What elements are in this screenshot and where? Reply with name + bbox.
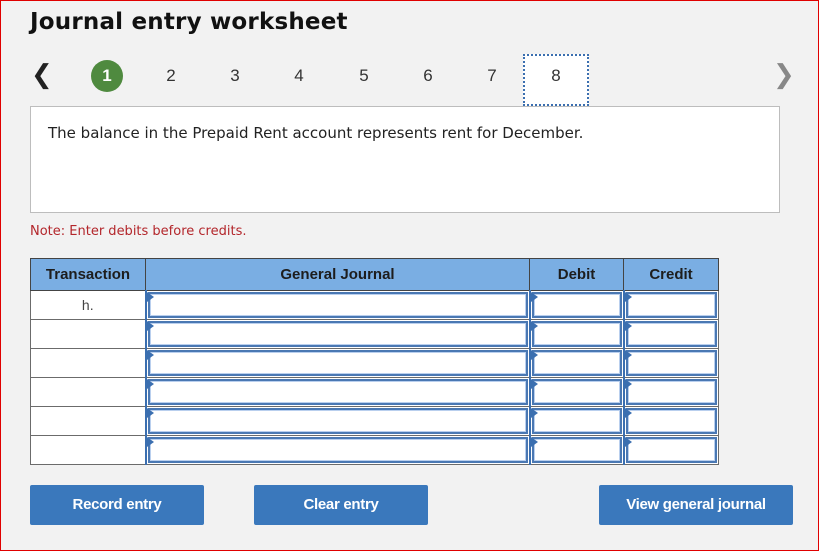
clear-entry-button[interactable]: Clear entry — [254, 485, 428, 525]
page-6[interactable]: 6 — [412, 60, 444, 92]
header-debit: Debit — [529, 258, 624, 291]
transaction-cell — [30, 435, 146, 465]
dropdown-flag-icon — [624, 408, 632, 418]
debit-cell — [528, 290, 624, 320]
account-input[interactable] — [147, 321, 528, 347]
credit-cell — [622, 348, 719, 378]
credit-cell — [622, 319, 719, 349]
dropdown-flag-icon — [530, 321, 538, 331]
credit-input[interactable] — [625, 321, 717, 347]
dropdown-flag-icon — [530, 437, 538, 447]
credit-input[interactable] — [625, 350, 717, 376]
page-7[interactable]: 7 — [476, 60, 508, 92]
debit-input[interactable] — [531, 321, 622, 347]
dropdown-flag-icon — [624, 292, 632, 302]
debit-cell — [528, 319, 624, 349]
debit-input[interactable] — [531, 408, 622, 434]
account-cell — [144, 348, 530, 378]
account-cell — [144, 319, 530, 349]
page-8[interactable]: 8 — [523, 54, 589, 106]
note-text: Note: Enter debits before credits. — [30, 224, 247, 239]
credit-cell — [622, 290, 719, 320]
page-2[interactable]: 2 — [155, 60, 187, 92]
transaction-cell — [30, 348, 146, 378]
record-entry-button[interactable]: Record entry — [30, 485, 204, 525]
dropdown-flag-icon — [146, 379, 154, 389]
account-cell — [144, 406, 530, 436]
credit-cell — [622, 377, 719, 407]
page-1[interactable]: 1 — [91, 60, 123, 92]
debit-cell — [528, 377, 624, 407]
description-text: The balance in the Prepaid Rent account … — [48, 124, 584, 142]
table-row — [30, 348, 719, 378]
account-cell — [144, 290, 530, 320]
account-input[interactable] — [147, 437, 528, 463]
debit-input[interactable] — [531, 350, 622, 376]
view-general-journal-button[interactable]: View general journal — [599, 485, 793, 525]
chevron-left-icon[interactable]: ❮ — [31, 62, 53, 88]
dropdown-flag-icon — [530, 379, 538, 389]
credit-input[interactable] — [625, 292, 717, 318]
account-input[interactable] — [147, 350, 528, 376]
dropdown-flag-icon — [146, 350, 154, 360]
dropdown-flag-icon — [530, 292, 538, 302]
header-general-journal: General Journal — [145, 258, 530, 291]
journal-table: Transaction General Journal Debit Credit… — [30, 258, 719, 465]
credit-cell — [622, 406, 719, 436]
transaction-cell: h. — [30, 290, 146, 320]
account-input[interactable] — [147, 292, 528, 318]
page-5[interactable]: 5 — [348, 60, 380, 92]
debit-cell — [528, 406, 624, 436]
table-row — [30, 319, 719, 349]
dropdown-flag-icon — [146, 292, 154, 302]
table-row — [30, 377, 719, 407]
debit-input[interactable] — [531, 437, 622, 463]
account-cell — [144, 377, 530, 407]
credit-cell — [622, 435, 719, 465]
debit-cell — [528, 435, 624, 465]
page-4[interactable]: 4 — [283, 60, 315, 92]
page-3[interactable]: 3 — [219, 60, 251, 92]
dropdown-flag-icon — [624, 437, 632, 447]
dropdown-flag-icon — [530, 408, 538, 418]
transaction-cell — [30, 319, 146, 349]
dropdown-flag-icon — [530, 350, 538, 360]
header-transaction: Transaction — [30, 258, 146, 291]
pagination: ❮ 1 2 3 4 5 6 7 8 ❯ — [0, 54, 819, 106]
table-header-row: Transaction General Journal Debit Credit — [30, 258, 719, 291]
credit-input[interactable] — [625, 437, 717, 463]
dropdown-flag-icon — [146, 321, 154, 331]
credit-input[interactable] — [625, 379, 717, 405]
dropdown-flag-icon — [146, 437, 154, 447]
table-row — [30, 406, 719, 436]
transaction-cell — [30, 406, 146, 436]
dropdown-flag-icon — [624, 321, 632, 331]
debit-input[interactable] — [531, 292, 622, 318]
debit-cell — [528, 348, 624, 378]
chevron-right-icon[interactable]: ❯ — [773, 62, 795, 88]
dropdown-flag-icon — [624, 350, 632, 360]
credit-input[interactable] — [625, 408, 717, 434]
account-input[interactable] — [147, 408, 528, 434]
dropdown-flag-icon — [146, 408, 154, 418]
transaction-description: The balance in the Prepaid Rent account … — [30, 106, 780, 213]
account-input[interactable] — [147, 379, 528, 405]
table-row: h. — [30, 290, 719, 320]
debit-input[interactable] — [531, 379, 622, 405]
account-cell — [144, 435, 530, 465]
transaction-cell — [30, 377, 146, 407]
table-row — [30, 435, 719, 465]
header-credit: Credit — [623, 258, 719, 291]
page-title: Journal entry worksheet — [30, 9, 348, 35]
dropdown-flag-icon — [624, 379, 632, 389]
